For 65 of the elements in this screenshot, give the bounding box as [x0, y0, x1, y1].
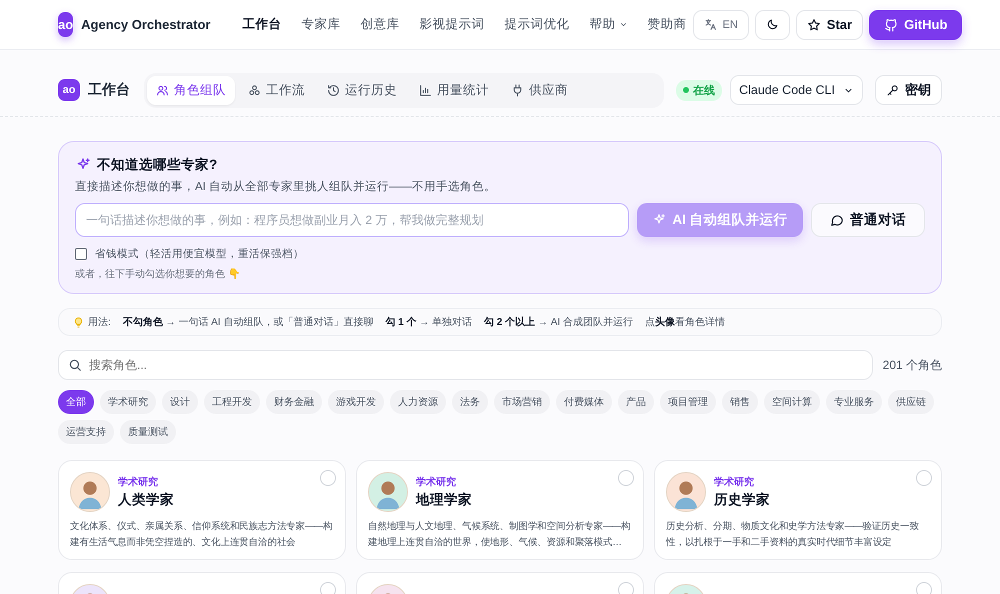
search-field[interactable]: 搜索角色... [58, 350, 873, 380]
category-chip[interactable]: 学术研究 [100, 390, 156, 414]
language-button[interactable]: EN [692, 10, 749, 40]
role-card[interactable]: 学术研究 历史学家 历史分析、分期、物质文化和史学方法专家——验证历史一致性，以扎根于一手和二手资料的真实时代细节丰富设定 [654, 460, 942, 560]
nav-link[interactable]: 专家库 [302, 16, 340, 33]
nav-link[interactable]: 工作台 [242, 16, 282, 33]
category-chip[interactable]: 销售 [722, 390, 758, 414]
keys-button[interactable]: 密钥 [875, 75, 942, 105]
hint-text: 或者，往下手动勾选你想要的角色 👇 [75, 268, 241, 281]
category-label: 学术研究 [714, 476, 755, 489]
role-name: 历史学家 [714, 491, 770, 509]
role-card[interactable]: 学术研究 地理学家 自然地理与人文地理、气候系统、制图学和空间分析专家——构建地理上连贯自洽的世界，使地形、气候、资源和聚落模式… [356, 460, 644, 560]
category-chip[interactable]: 产品 [618, 390, 654, 414]
tips-label: 用法: [88, 316, 111, 329]
tip-text: 点头像看角色详情 [644, 316, 725, 329]
category-chip[interactable]: 游戏开发 [328, 390, 384, 414]
tip-text: 不勾角色 → 一句话 AI 自动组队，或「普通对话」直接聊 [122, 316, 374, 329]
tip-text: 勾 2 个以上 → AI 合成团队并运行 [484, 316, 633, 329]
nav-link[interactable]: 创意库 [360, 16, 400, 33]
category-chip[interactable]: 项目管理 [660, 390, 716, 414]
role-count: 201 个角色 [882, 356, 942, 374]
nav-link[interactable]: 影视提示词 [420, 16, 484, 33]
brand-name: Agency Orchestrator [81, 17, 210, 32]
tab[interactable]: 角色组队 [147, 76, 235, 104]
page-title: 工作台 [88, 81, 130, 99]
category-chip[interactable]: 运营支持 [58, 420, 114, 444]
app-logo[interactable]: ao [58, 12, 74, 37]
star-button[interactable]: Star [796, 10, 864, 40]
tab[interactable]: 运行历史 [318, 76, 406, 104]
tab[interactable]: 用量统计 [410, 76, 498, 104]
category-label: 学术研究 [118, 476, 159, 489]
category-chip[interactable]: 财务金融 [266, 390, 322, 414]
category-chip[interactable]: 市场营销 [494, 390, 550, 414]
panel-subtitle: 直接描述你想做的事，AI 自动从全部专家里挑人组队并运行——不用手选角色。 [75, 179, 498, 194]
role-card[interactable]: 学术研究 人类学家 文化体系、仪式、亲属关系、信仰系统和民族志方法专家——构建有生活气息而非凭空捏造的、文化上连贯自洽的社会 [58, 460, 346, 560]
provider-select[interactable]: Claude Code CLI [730, 75, 863, 105]
category-chip[interactable]: 空间计算 [764, 390, 820, 414]
panel-title: 不知道选哪些专家? [97, 156, 218, 174]
category-chip[interactable]: 人力资源 [390, 390, 446, 414]
category-chip[interactable]: 付费媒体 [556, 390, 612, 414]
tab[interactable]: 工作流 [239, 76, 314, 104]
category-chip[interactable]: 质量测试 [120, 420, 176, 444]
category-chip[interactable]: 供应链 [888, 390, 934, 414]
category-chip[interactable]: 全部 [58, 390, 94, 414]
category-chip[interactable]: 专业服务 [826, 390, 882, 414]
nav-link[interactable]: 提示词优化 [504, 16, 570, 33]
tab[interactable]: 供应商 [502, 76, 577, 104]
task-input[interactable]: 一句话描述你想做的事，例如：程序员想做副业月入 2 万，帮我做完整规划 [75, 203, 629, 237]
role-name: 人类学家 [118, 491, 174, 509]
role-description: 自然地理与人文地理、气候系统、制图学和空间分析专家——构建地理上连贯自洽的世界，使地形、气候、资源和聚落模式… [368, 520, 632, 550]
checkbox-label: 省钱模式（轻活用便宜模型，重活保强档） [95, 247, 304, 261]
app-logo: ao [58, 79, 80, 101]
nav-link[interactable]: 赞助商 [648, 16, 686, 33]
status-badge: 在线 [676, 80, 722, 100]
category-chip[interactable]: 法务 [452, 390, 488, 414]
tip-text: 勾 1 个 → 单独对话 [385, 316, 472, 329]
category-chip[interactable]: 工程开发 [204, 390, 260, 414]
category-chip[interactable]: 设计 [162, 390, 198, 414]
role-description: 历史分析、分期、物质文化和史学方法专家——验证历史一致性，以扎根于一手和二手资料的真实时代细节丰富设定 [666, 520, 920, 550]
role-name: 地理学家 [416, 491, 472, 509]
category-label: 学术研究 [416, 476, 457, 489]
role-description: 文化体系、仪式、亲属关系、信仰系统和民族志方法专家——构建有生活气息而非凭空捏造的、文化上连贯自洽的社会 [70, 520, 334, 550]
github-button[interactable]: GitHub [869, 10, 962, 40]
chat-button[interactable]: 普通对话 [811, 203, 925, 237]
nav-link[interactable]: 帮助 [590, 16, 628, 33]
